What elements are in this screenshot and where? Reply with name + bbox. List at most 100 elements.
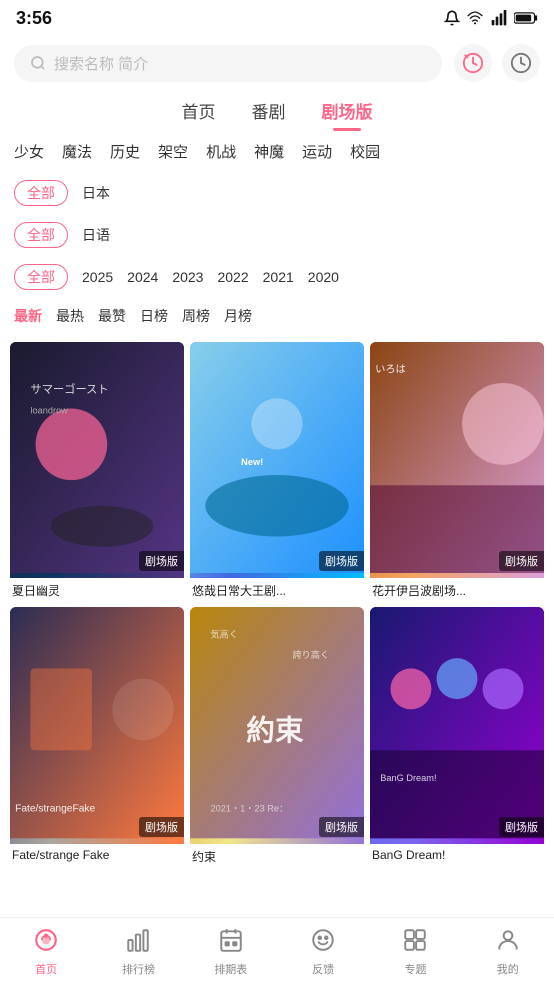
card-badge-4: 剧场版 (139, 817, 184, 837)
card-title-6: BanG Dream! (370, 844, 544, 864)
sort-weekly[interactable]: 周榜 (182, 306, 210, 326)
year-all[interactable]: 全部 (14, 264, 68, 290)
svg-text:New!: New! (241, 457, 263, 467)
svg-text:2021・1・23 Re：: 2021・1・23 Re： (210, 804, 288, 814)
nav-topics[interactable]: 专题 (369, 921, 461, 983)
nav-mine[interactable]: 我的 (462, 921, 554, 983)
search-input-wrap[interactable]: 搜索名称 简介 (14, 45, 442, 82)
category-school[interactable]: 校园 (350, 141, 380, 162)
nav-schedule[interactable]: 排期表 (185, 921, 277, 983)
category-girl[interactable]: 少女 (14, 141, 44, 162)
search-icon (30, 55, 46, 71)
filter-section: 全部 日本 全部 日语 全部 2025 2024 2023 2022 2021 … (0, 172, 554, 334)
region-filter-row: 全部 日本 (14, 172, 540, 214)
nav-mine-icon (495, 927, 521, 958)
year-2024[interactable]: 2024 (127, 269, 158, 285)
nav-schedule-icon (218, 927, 244, 958)
year-2025[interactable]: 2025 (82, 269, 113, 285)
content-card-6[interactable]: BanG Dream! 剧场版 BanG Dream! (370, 607, 544, 866)
region-japan[interactable]: 日本 (82, 183, 110, 203)
svg-text:いろは: いろは (375, 364, 406, 376)
nav-home-icon (33, 927, 59, 958)
nav-rank-label: 排行榜 (122, 961, 155, 977)
card-badge-6: 剧场版 (499, 817, 544, 837)
card-title-3: 花开伊吕波剧场... (370, 578, 544, 601)
card-badge-2: 剧场版 (319, 551, 364, 571)
nav-rank-icon (125, 927, 151, 958)
category-scroll: 少女 魔法 历史 架空 机战 神魔 运动 校园 (0, 131, 554, 172)
year-2023[interactable]: 2023 (172, 269, 203, 285)
status-bar: 3:56 (0, 0, 554, 36)
card-title-5: 约束 (190, 844, 364, 867)
content-grid: サマーゴースト loandrow 剧场版 夏日幽灵 New! 剧场版 悠哉日常大… (0, 334, 554, 947)
nav-schedule-label: 排期表 (214, 961, 247, 977)
category-history[interactable]: 历史 (110, 141, 140, 162)
card-image-2: New! (190, 342, 364, 578)
bottom-nav: 首页 排行榜 排期表 (0, 917, 554, 985)
history-icon[interactable] (454, 44, 492, 82)
content-card-5[interactable]: 約束 気高く 誇り高く 2021・1・23 Re： 剧场版 约束 (190, 607, 364, 866)
signal-icon (490, 10, 508, 26)
nav-feedback[interactable]: 反馈 (277, 921, 369, 983)
sort-praised[interactable]: 最赞 (98, 306, 126, 326)
nav-home[interactable]: 首页 (0, 921, 92, 983)
language-japanese[interactable]: 日语 (82, 225, 110, 245)
content-card-1[interactable]: サマーゴースト loandrow 剧场版 夏日幽灵 (10, 342, 184, 601)
card-image-1: サマーゴースト loandrow (10, 342, 184, 578)
card-title-4: Fate/strange Fake (10, 844, 184, 864)
search-action-icons (454, 44, 540, 82)
svg-text:loandrow: loandrow (30, 406, 68, 416)
content-card-4[interactable]: Fate/strangeFake 剧场版 Fate/strange Fake (10, 607, 184, 866)
search-bar: 搜索名称 简介 (0, 36, 554, 90)
language-all[interactable]: 全部 (14, 222, 68, 248)
category-mecha[interactable]: 机战 (206, 141, 236, 162)
region-all[interactable]: 全部 (14, 180, 68, 206)
notification-icon (444, 10, 460, 26)
status-icons (444, 10, 538, 26)
card-image-4: Fate/strangeFake (10, 607, 184, 843)
card-title-2: 悠哉日常大王剧... (190, 578, 364, 601)
svg-text:誇り高く: 誇り高く (292, 649, 329, 660)
tab-theater[interactable]: 剧场版 (322, 98, 373, 131)
clock-icon[interactable] (502, 44, 540, 82)
card-image-3: いろは (370, 342, 544, 578)
category-fantasy[interactable]: 神魔 (254, 141, 284, 162)
nav-topics-icon (402, 927, 428, 958)
battery-icon (514, 11, 538, 25)
year-2020[interactable]: 2020 (308, 269, 339, 285)
search-placeholder: 搜索名称 简介 (54, 53, 148, 74)
nav-topics-label: 专题 (404, 961, 426, 977)
tab-series[interactable]: 番剧 (252, 98, 286, 131)
nav-feedback-icon (310, 927, 336, 958)
category-scifi[interactable]: 架空 (158, 141, 188, 162)
card-title-1: 夏日幽灵 (10, 578, 184, 601)
year-2022[interactable]: 2022 (217, 269, 248, 285)
card-badge-1: 剧场版 (139, 551, 184, 571)
content-card-3[interactable]: いろは 剧场版 花开伊吕波剧场... (370, 342, 544, 601)
wifi-icon (466, 10, 484, 26)
nav-home-label: 首页 (35, 961, 57, 977)
category-sports[interactable]: 运动 (302, 141, 332, 162)
sort-newest[interactable]: 最新 (14, 306, 42, 326)
sort-daily[interactable]: 日榜 (140, 306, 168, 326)
nav-rank[interactable]: 排行榜 (92, 921, 184, 983)
svg-text:約束: 約束 (246, 714, 304, 747)
year-2021[interactable]: 2021 (263, 269, 294, 285)
svg-text:サマーゴースト: サマーゴースト (30, 382, 108, 396)
card-badge-3: 剧场版 (499, 551, 544, 571)
card-image-5: 約束 気高く 誇り高く 2021・1・23 Re： (190, 607, 364, 843)
sort-hottest[interactable]: 最热 (56, 306, 84, 326)
sort-monthly[interactable]: 月榜 (224, 306, 252, 326)
svg-text:BanG Dream!: BanG Dream! (380, 773, 436, 783)
content-card-2[interactable]: New! 剧场版 悠哉日常大王剧... (190, 342, 364, 601)
card-image-6: BanG Dream! (370, 607, 544, 843)
nav-mine-label: 我的 (497, 961, 519, 977)
category-magic[interactable]: 魔法 (62, 141, 92, 162)
tab-home[interactable]: 首页 (182, 98, 216, 131)
svg-text:気高く: 気高く (210, 629, 238, 640)
card-badge-5: 剧场版 (319, 817, 364, 837)
main-tabs: 首页 番剧 剧场版 (0, 90, 554, 131)
language-filter-row: 全部 日语 (14, 214, 540, 256)
status-time: 3:56 (16, 8, 52, 29)
svg-text:Fate/strangeFake: Fate/strangeFake (15, 804, 95, 815)
